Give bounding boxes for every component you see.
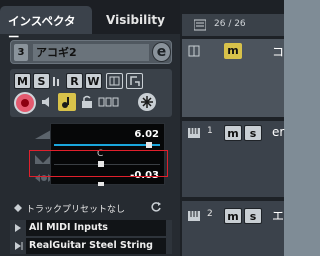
preset-diamond-icon [14,204,22,212]
volume-slider-handle[interactable] [146,142,152,148]
track-mute-button[interactable]: m [224,208,242,224]
channel-settings-icon[interactable] [106,73,123,89]
instrument-track-icon [188,210,200,222]
solo-button[interactable]: S [33,73,50,89]
track-mute-button[interactable]: m [224,125,242,141]
track-preset-label[interactable]: トラックプリセットなし [26,202,125,215]
edit-in-place-icon[interactable] [126,73,143,89]
track-counter: 26 / 26 [214,19,246,29]
track-name-label: er [272,125,285,139]
tab-visibility[interactable]: Visibility [98,6,168,34]
highlight-box [29,150,168,177]
tab-inspector[interactable]: インスペクター [0,6,92,44]
track-name-label: コ [272,45,285,59]
track-name-label: エ [272,209,285,223]
midi-output-select[interactable]: RealGuitar Steel String [26,238,166,254]
lane-display-icon[interactable] [98,96,120,108]
track-number: 3 [14,44,28,61]
instrument-track-icon [188,127,200,139]
track-row[interactable]: 2 m s エ [182,199,284,256]
track-name-bar: 3 アコギ2 e [10,40,172,64]
record-enable-button[interactable] [14,92,36,114]
input-routing-icon [14,222,24,234]
volume-value: 6.02 [134,129,159,140]
listen-icon[interactable] [52,75,62,87]
reload-icon[interactable] [150,201,162,213]
track-solo-button[interactable]: s [244,125,262,141]
monitor-icon[interactable] [40,95,52,109]
lock-icon[interactable] [80,95,94,109]
track-type-icon [188,45,200,57]
track-mute-button[interactable]: m [224,43,242,59]
tracklist-header: 26 / 26 [182,14,284,36]
midi-input-select[interactable]: All MIDI Inputs [26,220,166,236]
musical-timebase-icon[interactable] [58,93,76,111]
delay-slider-handle[interactable] [98,182,104,186]
track-row[interactable]: m コ [182,37,284,117]
track-controls: M S R W [10,69,172,117]
mute-button[interactable]: M [14,73,31,89]
volume-slider-track[interactable] [54,144,160,146]
edit-instrument-button[interactable]: e [152,42,171,62]
track-row[interactable]: 1 m s er [182,119,284,197]
output-routing-icon [14,240,24,252]
track-name-field[interactable]: アコギ2 [33,44,149,61]
track-number: 2 [207,209,213,219]
list-menu-icon[interactable] [193,19,207,31]
track-number: 1 [207,126,213,136]
read-automation-button[interactable]: R [66,73,83,89]
track-solo-button[interactable]: s [244,208,262,224]
write-automation-button[interactable]: W [85,73,102,89]
freeze-icon[interactable] [138,93,156,111]
